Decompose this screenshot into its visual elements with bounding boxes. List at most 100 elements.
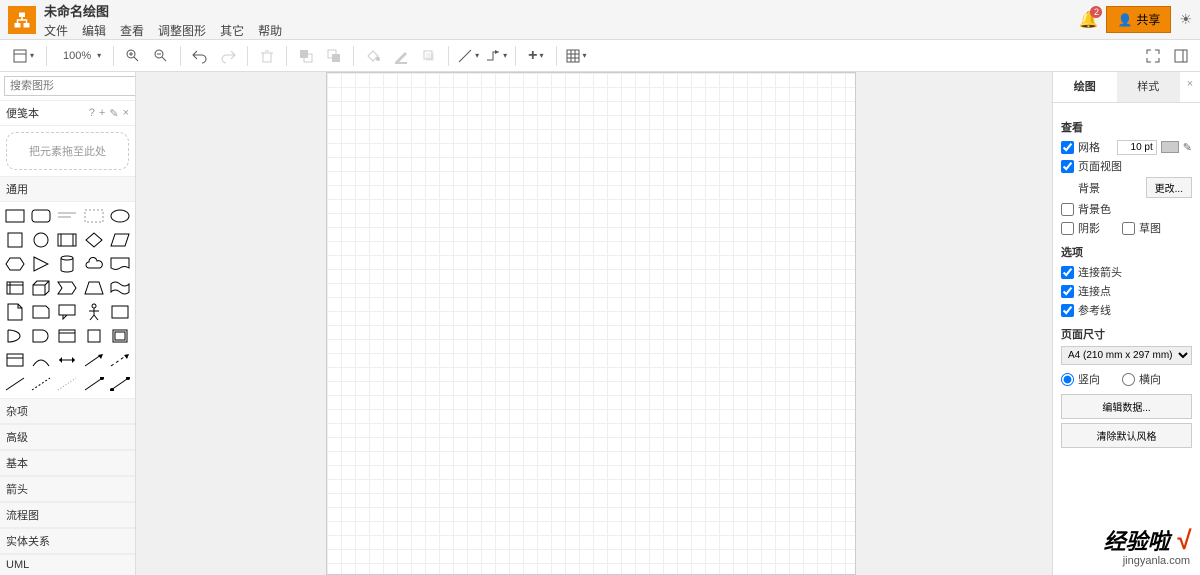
to-back-icon[interactable] xyxy=(321,44,347,68)
menu-help[interactable]: 帮助 xyxy=(258,22,282,39)
shape-container[interactable] xyxy=(109,302,131,322)
menu-view[interactable]: 查看 xyxy=(120,22,144,39)
scratchpad-label[interactable]: 便笺本 xyxy=(6,105,89,121)
landscape-radio[interactable] xyxy=(1122,373,1135,386)
shape-text[interactable] xyxy=(56,206,78,226)
category-advanced[interactable]: 高级 xyxy=(0,424,135,450)
shape-card[interactable] xyxy=(30,302,52,322)
undo-icon[interactable] xyxy=(187,44,213,68)
shape-curve[interactable] xyxy=(30,350,52,370)
grid-checkbox[interactable] xyxy=(1061,141,1074,154)
category-misc[interactable]: 杂项 xyxy=(0,398,135,424)
settings-icon[interactable]: ☀ xyxy=(1179,11,1192,28)
search-shapes-input[interactable] xyxy=(4,76,136,96)
connection-icon[interactable] xyxy=(455,44,481,68)
fullscreen-icon[interactable] xyxy=(1140,44,1166,68)
shape-dashed-arrow[interactable] xyxy=(109,350,131,370)
redo-icon[interactable] xyxy=(215,44,241,68)
shape-line[interactable] xyxy=(4,374,26,394)
page-setup-button[interactable] xyxy=(6,44,40,68)
change-background-button[interactable]: 更改... xyxy=(1146,177,1192,198)
shape-dashed-line[interactable] xyxy=(30,374,52,394)
shape-rounded-rect[interactable] xyxy=(30,206,52,226)
shape-arrow[interactable] xyxy=(83,350,105,370)
menu-file[interactable]: 文件 xyxy=(44,22,68,39)
fill-color-icon[interactable] xyxy=(360,44,386,68)
guide-line-checkbox[interactable] xyxy=(1061,304,1074,317)
shape-list[interactable] xyxy=(4,350,26,370)
waypoints-icon[interactable] xyxy=(483,44,509,68)
shape-document[interactable] xyxy=(109,254,131,274)
shape-callout[interactable] xyxy=(56,302,78,322)
shape-square2[interactable] xyxy=(83,326,105,346)
shape-rectangle[interactable] xyxy=(4,206,26,226)
portrait-radio[interactable] xyxy=(1061,373,1074,386)
zoom-dropdown[interactable]: 100% xyxy=(53,44,107,68)
page[interactable] xyxy=(326,72,856,575)
scratchpad-dropzone[interactable]: 把元素拖至此处 xyxy=(6,132,129,170)
shape-cylinder[interactable] xyxy=(56,254,78,274)
document-title[interactable]: 未命名绘图 xyxy=(44,1,1079,20)
shape-actor[interactable] xyxy=(83,302,105,322)
bgcolor-checkbox[interactable] xyxy=(1061,203,1074,216)
shape-hexagon[interactable] xyxy=(4,254,26,274)
format-panel-icon[interactable] xyxy=(1168,44,1194,68)
shape-bidirectional-arrow[interactable] xyxy=(56,350,78,370)
scratchpad-close-icon[interactable]: × xyxy=(123,107,129,120)
scratchpad-help-icon[interactable]: ? xyxy=(89,107,95,120)
shape-and[interactable] xyxy=(30,326,52,346)
shape-cloud[interactable] xyxy=(83,254,105,274)
category-general[interactable]: 通用 xyxy=(0,176,135,202)
shape-parallelogram[interactable] xyxy=(109,230,131,250)
shadow-checkbox[interactable] xyxy=(1061,222,1074,235)
grid-edit-icon[interactable]: ✎ xyxy=(1183,141,1192,154)
zoom-out-icon[interactable] xyxy=(148,44,174,68)
shape-triangle[interactable] xyxy=(30,254,52,274)
tab-close-icon[interactable]: × xyxy=(1180,72,1200,102)
edit-data-button[interactable]: 编辑数据... xyxy=(1061,394,1192,419)
shape-double-rect[interactable] xyxy=(109,326,131,346)
connect-arrow-checkbox[interactable] xyxy=(1061,266,1074,279)
scratchpad-edit-icon[interactable]: ✎ xyxy=(109,107,118,120)
connect-point-checkbox[interactable] xyxy=(1061,285,1074,298)
menu-extras[interactable]: 其它 xyxy=(220,22,244,39)
grid-size-input[interactable] xyxy=(1117,140,1157,155)
page-size-select[interactable]: A4 (210 mm x 297 mm) xyxy=(1061,346,1192,365)
shape-or[interactable] xyxy=(4,326,26,346)
category-flowchart[interactable]: 流程图 xyxy=(0,502,135,528)
shape-step[interactable] xyxy=(56,278,78,298)
insert-icon[interactable]: + xyxy=(522,44,549,68)
share-button[interactable]: 👤共享 xyxy=(1106,6,1171,33)
line-color-icon[interactable] xyxy=(388,44,414,68)
shape-square[interactable] xyxy=(4,230,26,250)
tab-style[interactable]: 样式 xyxy=(1117,72,1181,102)
category-er[interactable]: 实体关系 xyxy=(0,528,135,554)
table-icon[interactable] xyxy=(563,44,589,68)
sketch-checkbox[interactable] xyxy=(1122,222,1135,235)
shape-trapezoid[interactable] xyxy=(83,278,105,298)
shape-dotted-line[interactable] xyxy=(56,374,78,394)
shape-tape[interactable] xyxy=(109,278,131,298)
shape-internal-storage[interactable] xyxy=(4,278,26,298)
clear-style-button[interactable]: 清除默认风格 xyxy=(1061,423,1192,448)
shape-textbox[interactable] xyxy=(83,206,105,226)
shape-ellipse[interactable] xyxy=(109,206,131,226)
shape-link2[interactable] xyxy=(109,374,131,394)
menu-arrange[interactable]: 调整图形 xyxy=(158,22,206,39)
menu-edit[interactable]: 编辑 xyxy=(82,22,106,39)
to-front-icon[interactable] xyxy=(293,44,319,68)
shape-note[interactable] xyxy=(4,302,26,322)
category-arrows[interactable]: 箭头 xyxy=(0,476,135,502)
notifications-icon[interactable]: 🔔2 xyxy=(1079,10,1099,30)
category-uml[interactable]: UML xyxy=(0,554,135,575)
shape-circle[interactable] xyxy=(30,230,52,250)
shape-process[interactable] xyxy=(56,230,78,250)
tab-draw[interactable]: 绘图 xyxy=(1053,72,1117,102)
pageview-checkbox[interactable] xyxy=(1061,160,1074,173)
grid-color-swatch[interactable] xyxy=(1161,141,1179,153)
category-basic[interactable]: 基本 xyxy=(0,450,135,476)
canvas[interactable] xyxy=(136,72,1052,575)
delete-icon[interactable] xyxy=(254,44,280,68)
shape-data-store[interactable] xyxy=(56,326,78,346)
zoom-in-icon[interactable] xyxy=(120,44,146,68)
